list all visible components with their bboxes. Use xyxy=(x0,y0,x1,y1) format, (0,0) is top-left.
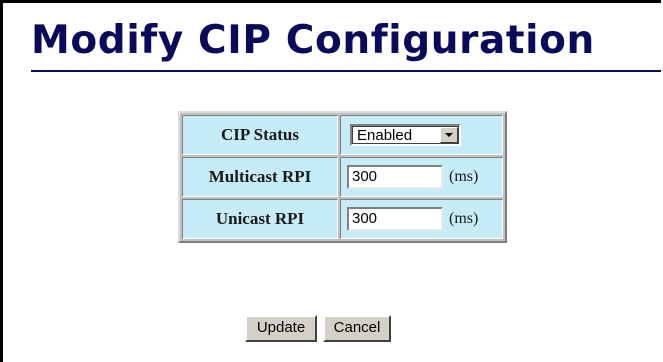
unicast-rpi-cell: 300 (ms) xyxy=(340,199,503,239)
multicast-rpi-cell: 300 (ms) xyxy=(340,157,503,197)
cip-config-table: CIP Status Enabled Multicast RPI 300 (ms)… xyxy=(178,111,507,243)
cip-status-cell: Enabled xyxy=(340,115,503,155)
cip-status-label: CIP Status xyxy=(182,115,338,155)
cip-status-selected-value: Enabled xyxy=(357,127,413,144)
cancel-button[interactable]: Cancel xyxy=(323,315,391,342)
unicast-rpi-unit: (ms) xyxy=(449,210,479,227)
table-row: Multicast RPI 300 (ms) xyxy=(182,157,503,197)
update-button[interactable]: Update xyxy=(245,315,317,342)
multicast-rpi-input[interactable]: 300 xyxy=(347,165,443,189)
chevron-down-icon[interactable] xyxy=(440,127,458,143)
cip-status-select[interactable]: Enabled xyxy=(350,124,461,146)
table-row: Unicast RPI 300 (ms) xyxy=(182,199,503,239)
multicast-rpi-unit: (ms) xyxy=(449,168,479,185)
title-underline xyxy=(31,70,661,72)
multicast-rpi-label: Multicast RPI xyxy=(182,157,338,197)
unicast-rpi-input[interactable]: 300 xyxy=(347,207,443,231)
unicast-rpi-label: Unicast RPI xyxy=(182,199,338,239)
table-row: CIP Status Enabled xyxy=(182,115,503,155)
page-title: Modify CIP Configuration xyxy=(31,18,595,63)
